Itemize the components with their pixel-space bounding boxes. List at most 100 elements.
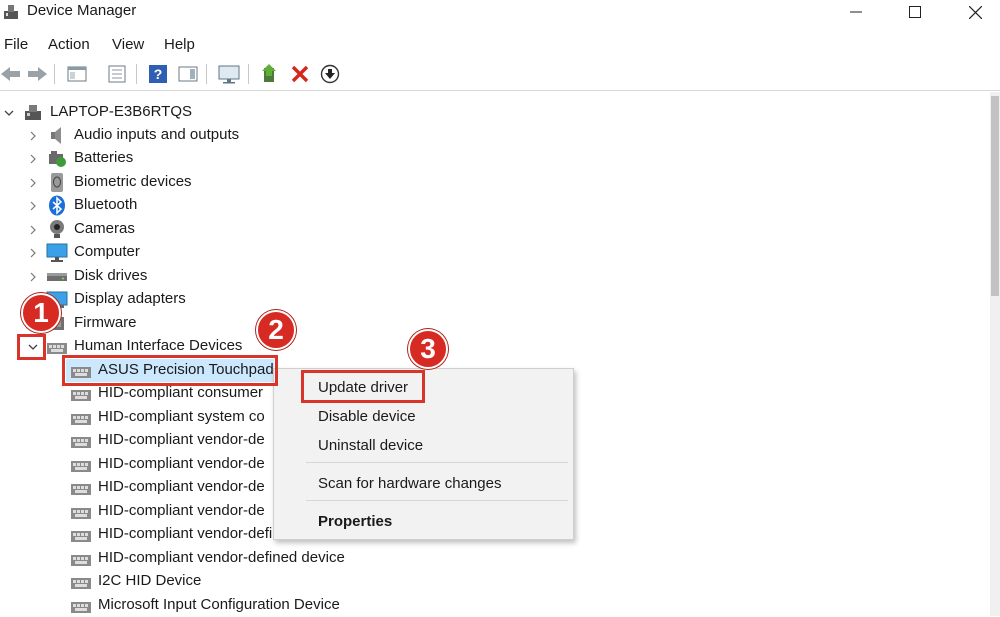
tree-category-label: Cameras xyxy=(74,220,135,237)
menu-view[interactable]: View xyxy=(112,36,144,54)
properties-toolbar-button[interactable] xyxy=(106,63,128,85)
uninstall-toolbar-button[interactable] xyxy=(289,63,311,85)
down-arrow-circle-icon xyxy=(320,64,340,84)
chevron-right-icon xyxy=(30,225,36,235)
scan-hardware-toolbar-button[interactable] xyxy=(218,63,240,85)
tree-category-label: Bluetooth xyxy=(74,196,138,213)
annotation-step-2: 2 xyxy=(256,310,296,350)
action-pane-icon xyxy=(178,66,198,82)
tree-category-label: Firmware xyxy=(74,314,137,331)
back-button[interactable] xyxy=(0,63,22,85)
tree-category-label: Human Interface Devices xyxy=(74,337,243,354)
context-uninstall-device[interactable]: Uninstall device xyxy=(318,437,423,455)
hid-device-icon xyxy=(71,531,91,542)
tree-device-label: HID-compliant vendor-de xyxy=(98,455,265,472)
tree-category-label: Audio inputs and outputs xyxy=(74,126,240,143)
context-properties[interactable]: Properties xyxy=(318,513,392,531)
toolbar-separator xyxy=(136,64,137,84)
tree-category-cameras[interactable]: Cameras xyxy=(0,218,400,241)
tree-root-label: LAPTOP-E3B6RTQS xyxy=(50,103,193,120)
update-driver-toolbar-button[interactable] xyxy=(259,63,281,85)
hid-device-icon xyxy=(71,461,91,472)
chevron-down-icon xyxy=(4,110,14,116)
tree-device-label: HID-compliant vendor-de xyxy=(98,502,265,519)
monitor-scan-icon xyxy=(218,65,240,84)
tree-device-label: HID-compliant consumer xyxy=(98,384,264,401)
minimize-icon xyxy=(850,11,862,13)
forward-button[interactable] xyxy=(26,63,48,85)
vertical-scrollbar[interactable] xyxy=(990,92,1000,616)
annotation-highlight-update-driver xyxy=(301,370,425,403)
title-bar: Device Manager xyxy=(0,0,1000,28)
hid-keyboard-icon xyxy=(47,343,67,354)
hid-device-icon xyxy=(71,414,91,425)
tree-category-audio[interactable]: Audio inputs and outputs xyxy=(0,124,400,147)
show-hide-console-tree-button[interactable] xyxy=(66,63,88,85)
menu-file[interactable]: File xyxy=(4,36,28,54)
toolbar-separator xyxy=(206,64,207,84)
tree-device-label: HID-compliant vendor-de xyxy=(98,478,265,495)
computer-icon xyxy=(25,105,41,120)
annotation-step-1: 1 xyxy=(21,293,61,333)
forward-arrow-icon xyxy=(28,67,47,81)
tree-category-batteries[interactable]: Batteries xyxy=(0,147,400,170)
toolbar: ? xyxy=(0,60,1000,91)
hid-device-icon xyxy=(71,390,91,401)
menu-action[interactable]: Action xyxy=(48,36,90,54)
update-driver-icon xyxy=(262,64,276,82)
hid-device-icon xyxy=(71,555,91,566)
context-scan-hardware[interactable]: Scan for hardware changes xyxy=(318,475,501,493)
enable-device-toolbar-button[interactable] xyxy=(319,63,341,85)
tree-category-label: Display adapters xyxy=(74,290,186,307)
battery-icon xyxy=(49,151,66,167)
tree-category-label: Biometric devices xyxy=(74,173,192,190)
annotation-highlight-expand xyxy=(17,334,46,360)
hid-device-icon xyxy=(71,437,91,448)
context-menu-separator xyxy=(306,462,568,463)
chevron-right-icon xyxy=(30,131,36,141)
tree-category-bluetooth[interactable]: Bluetooth xyxy=(0,194,400,217)
tree-device-label: Microsoft Input Configuration Device xyxy=(98,596,340,613)
hid-device-icon xyxy=(71,484,91,495)
bluetooth-icon xyxy=(49,195,65,216)
red-x-icon xyxy=(291,65,309,83)
tree-category-disk-drives[interactable]: Disk drives xyxy=(0,265,400,288)
tree-device[interactable]: Microsoft Input Configuration Device xyxy=(66,594,366,617)
chevron-right-icon xyxy=(30,201,36,211)
tree-device[interactable]: HID-compliant vendor-defined device xyxy=(66,547,366,570)
action-pane-button[interactable] xyxy=(177,63,199,85)
tree-device-label: HID-compliant vendor-defined device xyxy=(98,549,345,566)
context-disable-device[interactable]: Disable device xyxy=(318,408,416,426)
disk-drive-icon xyxy=(47,273,67,281)
tree-category-label: Disk drives xyxy=(74,267,148,284)
help-toolbar-button[interactable]: ? xyxy=(147,63,169,85)
tree-category-biometric[interactable]: Biometric devices xyxy=(0,171,400,194)
hid-device-icon xyxy=(71,602,91,613)
console-tree-icon xyxy=(67,66,87,82)
maximize-icon xyxy=(909,6,921,18)
maximize-button[interactable] xyxy=(886,0,944,24)
tree-root-node[interactable]: LAPTOP-E3B6RTQS xyxy=(0,101,400,124)
menu-help[interactable]: Help xyxy=(164,36,195,54)
window-title: Device Manager xyxy=(27,2,137,19)
tree-device[interactable]: I2C HID Device xyxy=(66,570,366,593)
close-icon xyxy=(968,5,982,19)
device-manager-app-icon xyxy=(4,5,18,19)
menu-bar: File Action View Help xyxy=(0,33,1000,57)
chevron-right-icon xyxy=(30,248,36,258)
scrollbar-thumb[interactable] xyxy=(991,96,999,296)
close-button[interactable] xyxy=(946,0,1000,24)
annotation-step-3: 3 xyxy=(408,329,448,369)
tree-device-label: HID-compliant vendor-de xyxy=(98,431,265,448)
properties-sheet-icon xyxy=(108,65,126,83)
tree-category-computer[interactable]: Computer xyxy=(0,241,400,264)
annotation-highlight-touchpad xyxy=(62,355,278,386)
tree-device-label: HID-compliant system co xyxy=(98,408,265,425)
minimize-button[interactable] xyxy=(827,0,885,24)
speaker-icon xyxy=(51,127,61,144)
back-arrow-icon xyxy=(1,67,20,81)
toolbar-separator xyxy=(54,64,55,84)
monitor-icon xyxy=(46,243,68,262)
svg-text:?: ? xyxy=(154,66,163,82)
chevron-right-icon xyxy=(30,154,36,164)
